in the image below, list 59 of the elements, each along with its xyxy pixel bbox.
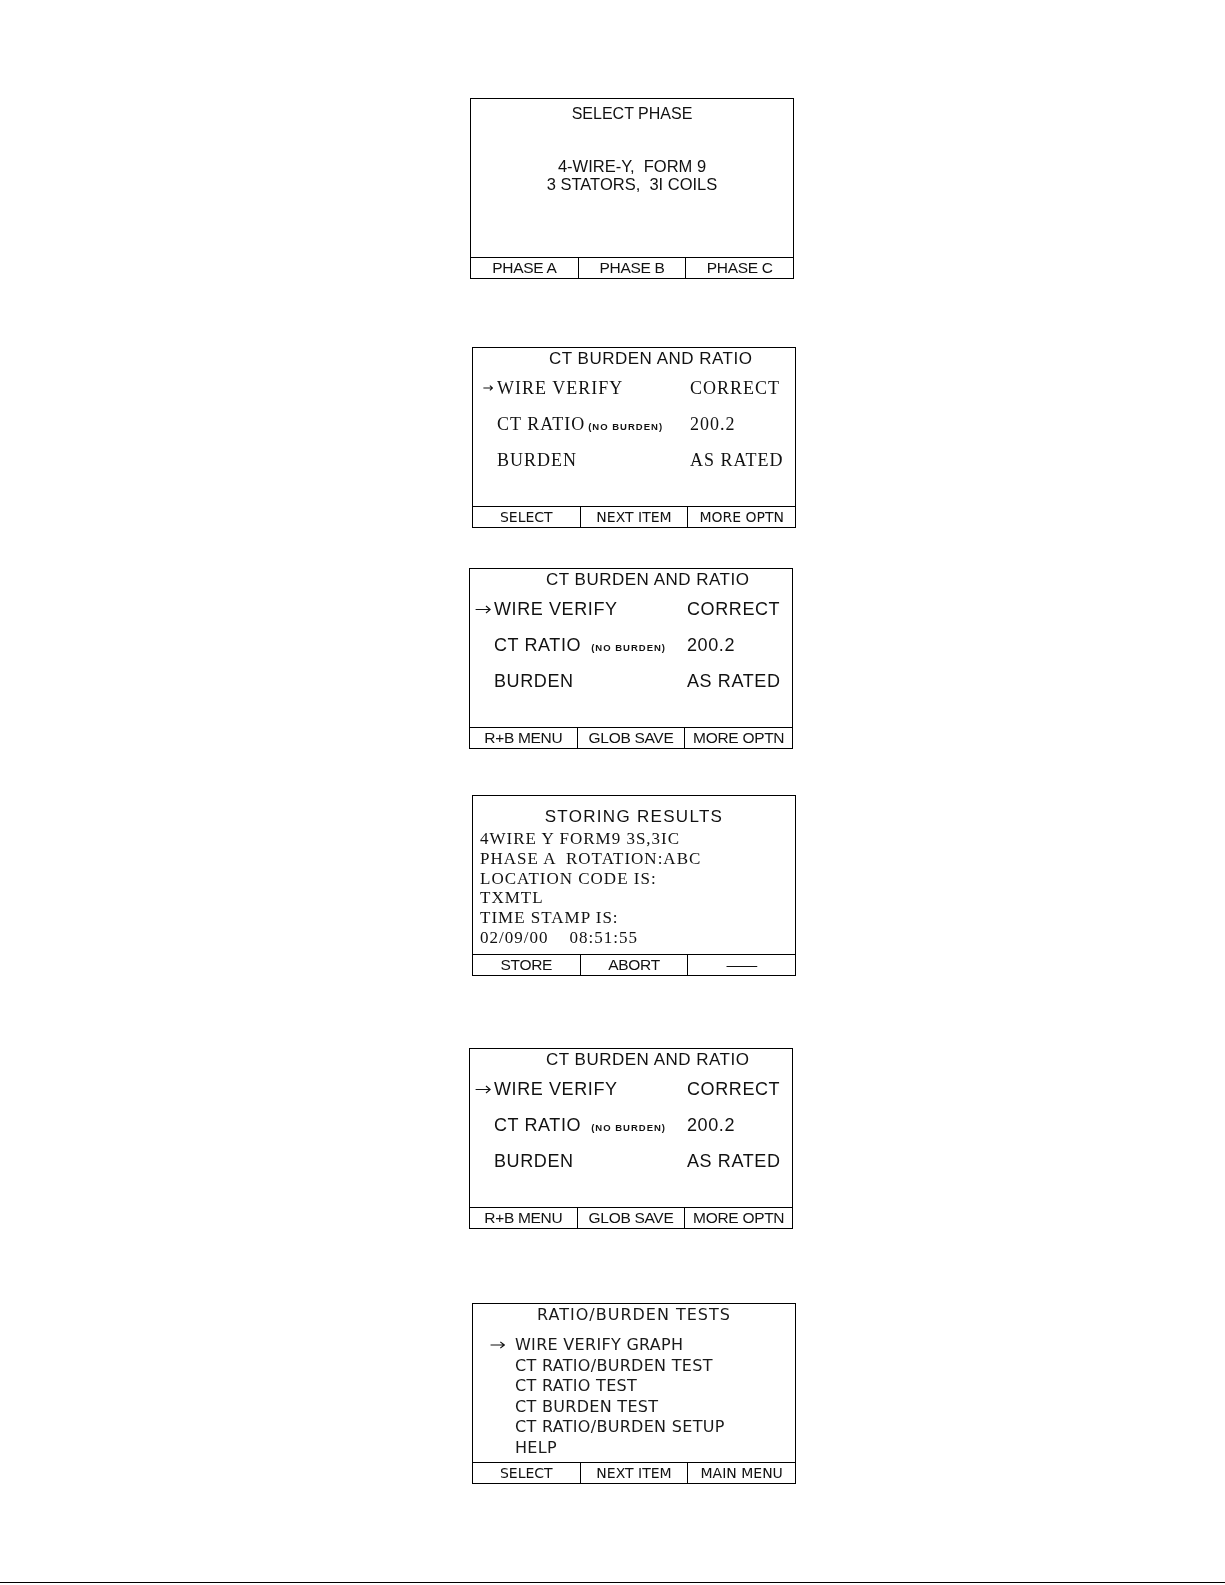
screen-title: RATIO/BURDEN TESTS (537, 1305, 731, 1324)
softkey-button[interactable]: STORE (473, 955, 581, 975)
screen-title: CT BURDEN AND RATIO (546, 1050, 750, 1069)
setting-label[interactable]: BURDEN (497, 446, 577, 474)
menu-item[interactable]: CT RATIO/BURDEN SETUP (515, 1417, 725, 1438)
softkey-button[interactable]: —— (688, 955, 795, 975)
softkey-button[interactable]: R+B MENU (470, 1208, 578, 1228)
record-line: LOCATION CODE IS: (480, 868, 657, 888)
setting-value: AS RATED (687, 669, 781, 693)
record-line: 4WIRE Y FORM9 3S,3IC (480, 829, 681, 848)
setting-value: 200.2 (687, 633, 736, 657)
menu-item[interactable]: CT RATIO/BURDEN TEST (515, 1355, 713, 1377)
record-line: TXMTL (480, 888, 544, 908)
setting-value: AS RATED (687, 1149, 781, 1173)
setting-label[interactable]: WIRE VERIFY (494, 1075, 618, 1103)
screen-title: SELECT PHASE (571, 105, 693, 122)
menu-item[interactable]: CT BURDEN TEST (515, 1396, 659, 1418)
menu-item[interactable]: WIRE VERIFY GRAPH (515, 1335, 684, 1356)
softkey-button[interactable]: MORE OPTN (688, 507, 795, 527)
record-line: 02/09/00 08:51:55 (480, 928, 638, 947)
softkey-button[interactable]: SELECT (473, 507, 581, 527)
setting-value: 200.2 (687, 1113, 736, 1137)
softkey-button[interactable]: PHASE A (471, 258, 579, 278)
setting-value: CORRECT (687, 1077, 781, 1101)
softkey-button[interactable]: GLOB SAVE (577, 1208, 686, 1228)
setting-label[interactable]: CT RATIO (497, 410, 586, 438)
setting-label[interactable]: CT RATIO (494, 631, 582, 659)
setting-value: CORRECT (687, 597, 781, 621)
softkey-button[interactable]: MORE OPTN (685, 728, 792, 748)
setting-label[interactable]: WIRE VERIFY (494, 595, 618, 623)
menu-item[interactable]: CT RATIO TEST (515, 1376, 638, 1397)
menu-item[interactable]: HELP (515, 1437, 557, 1459)
setting-value: CORRECT (690, 376, 780, 400)
message-line: 4-WIRE-Y, FORM 9 (557, 157, 707, 175)
softkey-button[interactable]: PHASE B (578, 258, 687, 278)
screen-title: CT BURDEN AND RATIO (549, 349, 753, 368)
setting-label[interactable]: BURDEN (494, 667, 574, 695)
softkey-button[interactable]: MORE OPTN (685, 1208, 792, 1228)
record-line: PHASE A ROTATION:ABC (480, 848, 702, 868)
softkey-button[interactable]: MAIN MENU (688, 1463, 795, 1483)
setting-label[interactable]: CT RATIO (494, 1111, 582, 1139)
record-line: TIME STAMP IS: (480, 908, 619, 928)
setting-label[interactable]: BURDEN (494, 1147, 574, 1175)
setting-note: (NO BURDEN) (588, 419, 664, 434)
softkey-button[interactable]: R+B MENU (470, 728, 578, 748)
setting-value: AS RATED (690, 448, 784, 472)
message-line: 3 STATORS, 3I COILS (546, 175, 718, 193)
softkey-button[interactable]: ABORT (580, 955, 689, 975)
softkey-button[interactable]: GLOB SAVE (577, 728, 686, 748)
screen-title: CT BURDEN AND RATIO (546, 570, 750, 589)
softkey-button[interactable]: PHASE C (686, 258, 793, 278)
setting-note: (NO BURDEN) (591, 1120, 666, 1135)
screen-title: STORING RESULTS (544, 807, 724, 826)
softkey-button[interactable]: NEXT ITEM (580, 507, 689, 527)
softkey-button[interactable]: SELECT (473, 1463, 581, 1483)
setting-value: 200.2 (690, 412, 736, 436)
setting-note: (NO BURDEN) (591, 640, 666, 655)
setting-label[interactable]: WIRE VERIFY (497, 374, 624, 402)
softkey-button[interactable]: NEXT ITEM (580, 1463, 689, 1483)
